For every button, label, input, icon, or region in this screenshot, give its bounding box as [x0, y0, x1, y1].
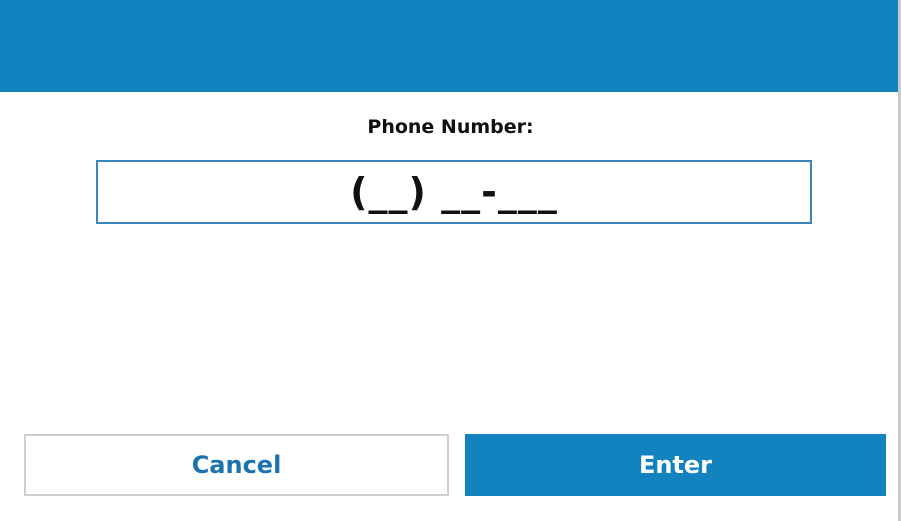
phone-number-label: Phone Number: — [367, 116, 534, 138]
cancel-button[interactable]: Cancel — [24, 434, 449, 496]
phone-number-dialog: Phone Number: (__) __-___ Cancel Enter — [0, 0, 901, 521]
cancel-button-label: Cancel — [191, 451, 282, 479]
phone-number-value: (__) __-___ — [350, 170, 558, 214]
phone-number-input[interactable]: (__) __-___ — [96, 160, 812, 224]
dialog-header-bar — [0, 0, 901, 92]
enter-button[interactable]: Enter — [465, 434, 886, 496]
enter-button-label: Enter — [638, 451, 713, 479]
